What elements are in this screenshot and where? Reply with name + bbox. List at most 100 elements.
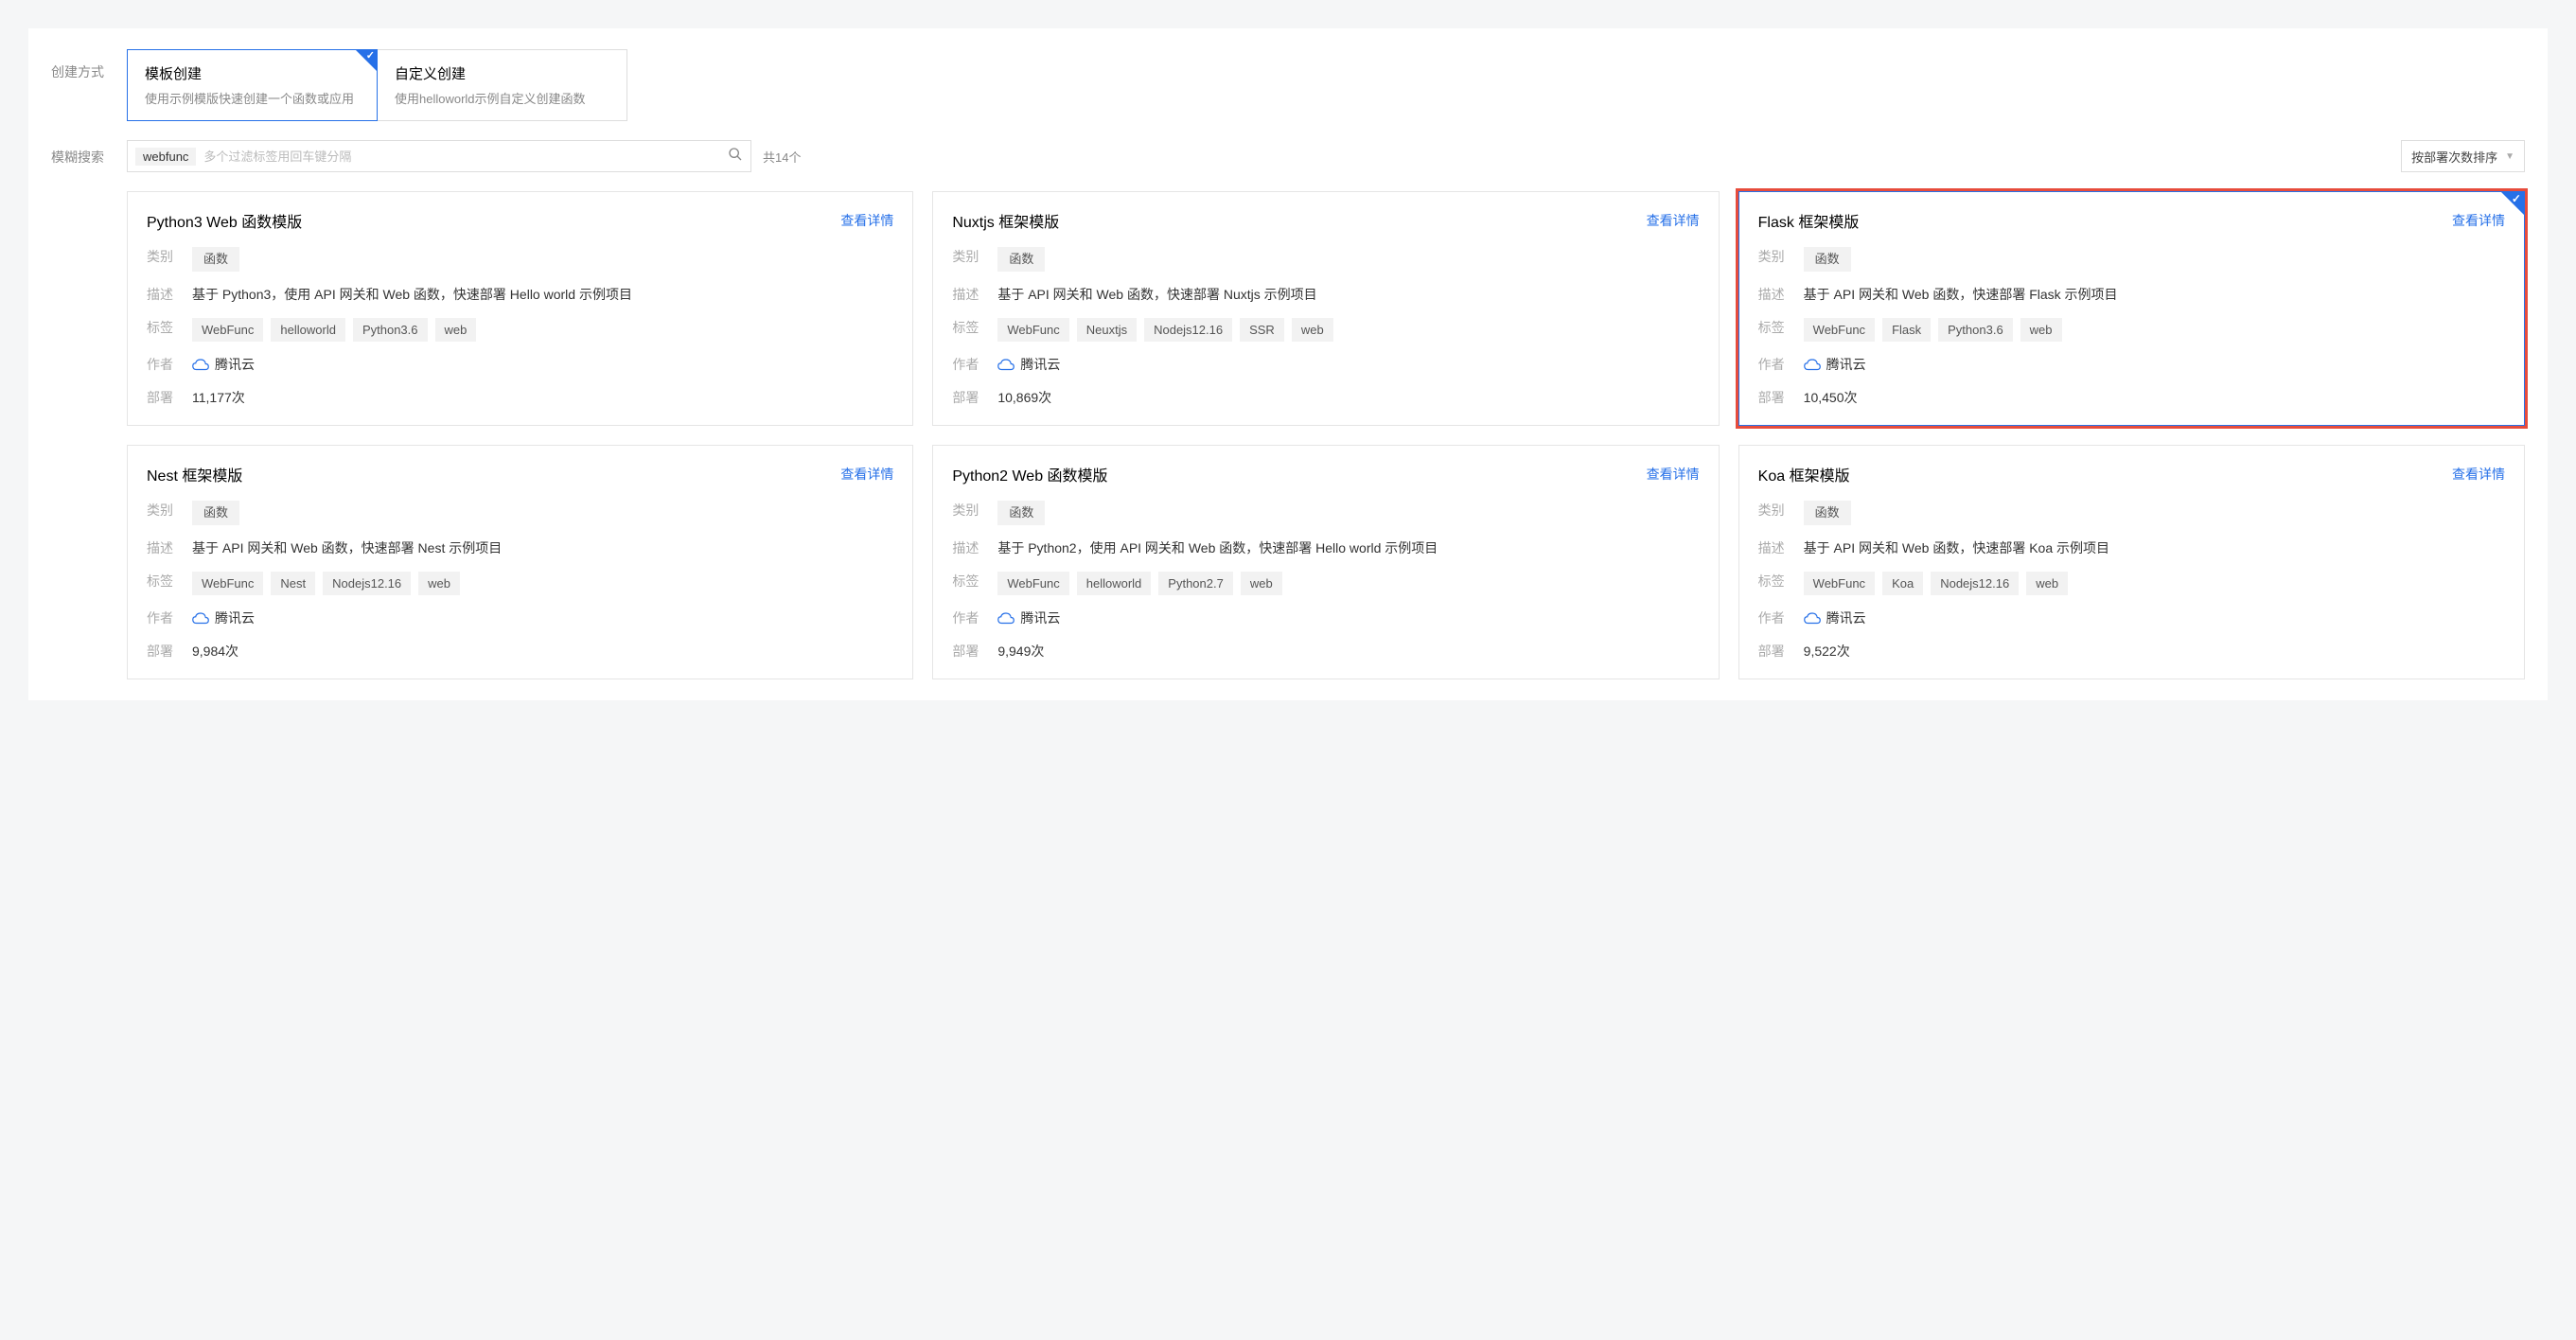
tag[interactable]: Koa	[1882, 572, 1923, 596]
cloud-icon	[997, 612, 1015, 626]
tags-field: 标签WebFuncNestNodejs12.16web	[147, 572, 893, 596]
tag[interactable]: SSR	[1240, 318, 1284, 343]
description-field: 描述基于 API 网关和 Web 函数，快速部署 Nest 示例项目	[147, 538, 893, 558]
category-tag: 函数	[1804, 501, 1851, 525]
field-label: 类别	[147, 501, 192, 520]
sort-select[interactable]: 按部署次数排序 ▼	[2401, 140, 2525, 172]
tag[interactable]: helloworld	[271, 318, 345, 343]
field-label: 部署	[1758, 642, 1804, 661]
tag[interactable]: web	[418, 572, 460, 596]
deploy-count: 10,450次	[1804, 388, 2505, 408]
template-card[interactable]: Flask 框架模版查看详情类别函数描述基于 API 网关和 Web 函数，快速…	[1738, 191, 2525, 426]
deploy-count: 9,984次	[192, 642, 893, 661]
tag[interactable]: web	[1292, 318, 1333, 343]
description-field: 描述基于 Python2，使用 API 网关和 Web 函数，快速部署 Hell…	[952, 538, 1699, 558]
detail-link[interactable]: 查看详情	[1647, 465, 1700, 484]
detail-link[interactable]: 查看详情	[2452, 211, 2505, 230]
result-count: 共14个	[763, 148, 801, 166]
tag[interactable]: Neuxtjs	[1077, 318, 1137, 343]
detail-link[interactable]: 查看详情	[840, 465, 893, 484]
author-name: 腾讯云	[1826, 608, 1866, 628]
search-row: 模糊搜索 webfunc 共14个 按部署次数排序 ▼	[51, 140, 2525, 172]
deploy-field: 部署10,450次	[1758, 388, 2505, 408]
tag[interactable]: Nodejs12.16	[1144, 318, 1232, 343]
tag[interactable]: Python2.7	[1158, 572, 1233, 596]
author-field: 作者腾讯云	[952, 355, 1699, 375]
template-card[interactable]: Python2 Web 函数模版查看详情类别函数描述基于 Python2，使用 …	[932, 445, 1719, 679]
category-field: 类别函数	[952, 247, 1699, 272]
deploy-count: 9,522次	[1804, 642, 2505, 661]
template-card[interactable]: Nuxtjs 框架模版查看详情类别函数描述基于 API 网关和 Web 函数，快…	[932, 191, 1719, 426]
tag[interactable]: helloworld	[1077, 572, 1152, 596]
card-title: Python3 Web 函数模版	[147, 209, 302, 232]
cloud-icon	[1804, 359, 1821, 372]
field-label: 部署	[147, 388, 192, 407]
field-label: 类别	[147, 247, 192, 266]
cloud-icon	[1804, 612, 1821, 626]
field-label: 部署	[952, 388, 997, 407]
description-text: 基于 API 网关和 Web 函数，快速部署 Koa 示例项目	[1804, 538, 2505, 558]
tag[interactable]: WebFunc	[1804, 318, 1875, 343]
tag[interactable]: WebFunc	[997, 318, 1068, 343]
author-field: 作者腾讯云	[952, 608, 1699, 628]
category-field: 类别函数	[952, 501, 1699, 525]
mode-desc: 使用示例模版快速创建一个函数或应用	[145, 89, 360, 107]
tag[interactable]: Python3.6	[353, 318, 428, 343]
description-field: 描述基于 Python3，使用 API 网关和 Web 函数，快速部署 Hell…	[147, 285, 893, 305]
author-value: 腾讯云	[1804, 355, 2505, 375]
card-head: Nuxtjs 框架模版查看详情	[952, 209, 1699, 232]
category-field: 类别函数	[1758, 501, 2505, 525]
search-wrap: webfunc 共14个 按部署次数排序 ▼	[127, 140, 2525, 172]
tag[interactable]: web	[2020, 318, 2062, 343]
tag[interactable]: web	[435, 318, 477, 343]
tag-list: WebFunc Koa Nodejs12.16 web	[1804, 572, 2505, 596]
tags-field: 标签WebFuncNeuxtjsNodejs12.16SSRweb	[952, 318, 1699, 343]
mode-button-0[interactable]: 模板创建使用示例模版快速创建一个函数或应用	[127, 49, 378, 121]
template-card[interactable]: Python3 Web 函数模版 查看详情类别函数描述基于 Python3，使用 …	[127, 191, 913, 426]
author-name: 腾讯云	[215, 355, 255, 375]
tag-list: WebFunc Nest Nodejs12.16 web	[192, 572, 893, 596]
category-field: 类别函数	[1758, 247, 2505, 272]
card-head: Python3 Web 函数模版 查看详情	[147, 209, 893, 232]
category-field: 类别函数	[147, 247, 893, 272]
template-card[interactable]: Nest 框架模版查看详情类别函数描述基于 API 网关和 Web 函数，快速部…	[127, 445, 913, 679]
field-label: 类别	[952, 501, 997, 520]
category-field: 类别函数	[147, 501, 893, 525]
template-card[interactable]: Koa 框架模版查看详情类别函数描述基于 API 网关和 Web 函数，快速部署…	[1738, 445, 2525, 679]
author-value: 腾讯云	[192, 608, 893, 628]
tag[interactable]: web	[2026, 572, 2068, 596]
page-container: 创建方式 模板创建使用示例模版快速创建一个函数或应用自定义创建使用hellowo…	[28, 28, 2548, 700]
tag[interactable]: Flask	[1882, 318, 1931, 343]
search-icon[interactable]	[728, 147, 743, 167]
detail-link[interactable]: 查看详情	[840, 211, 893, 230]
tag-list: WebFunc helloworldPython2.7 web	[997, 572, 1699, 596]
search-box[interactable]: webfunc	[127, 140, 751, 172]
description-text: 基于 Python2，使用 API 网关和 Web 函数，快速部署 Hello …	[997, 538, 1699, 558]
field-label: 描述	[1758, 538, 1804, 557]
deploy-field: 部署9,949次	[952, 642, 1699, 661]
description-text: 基于 API 网关和 Web 函数，快速部署 Nest 示例项目	[192, 538, 893, 558]
field-label: 描述	[1758, 285, 1804, 304]
detail-link[interactable]: 查看详情	[2452, 465, 2505, 484]
tag[interactable]: Nodejs12.16	[323, 572, 411, 596]
field-label: 作者	[952, 608, 997, 627]
mode-button-1[interactable]: 自定义创建使用helloworld示例自定义创建函数	[377, 49, 627, 121]
chevron-down-icon: ▼	[2505, 151, 2514, 162]
tag[interactable]: WebFunc	[997, 572, 1068, 596]
detail-link[interactable]: 查看详情	[1647, 211, 1700, 230]
tag[interactable]: WebFunc	[192, 572, 263, 596]
field-label: 作者	[1758, 608, 1804, 627]
tag[interactable]: Python3.6	[1938, 318, 2013, 343]
field-label: 描述	[147, 285, 192, 304]
tag[interactable]: Nest	[271, 572, 315, 596]
category-tag: 函数	[997, 501, 1045, 525]
tag[interactable]: WebFunc	[1804, 572, 1875, 596]
card-head: Koa 框架模版查看详情	[1758, 463, 2505, 485]
search-input[interactable]	[203, 150, 728, 164]
tag[interactable]: WebFunc	[192, 318, 263, 343]
deploy-count: 11,177次	[192, 388, 893, 408]
search-tag[interactable]: webfunc	[135, 148, 196, 166]
tag[interactable]: Nodejs12.16	[1931, 572, 2019, 596]
tag[interactable]: web	[1241, 572, 1282, 596]
create-mode-label: 创建方式	[51, 49, 127, 81]
